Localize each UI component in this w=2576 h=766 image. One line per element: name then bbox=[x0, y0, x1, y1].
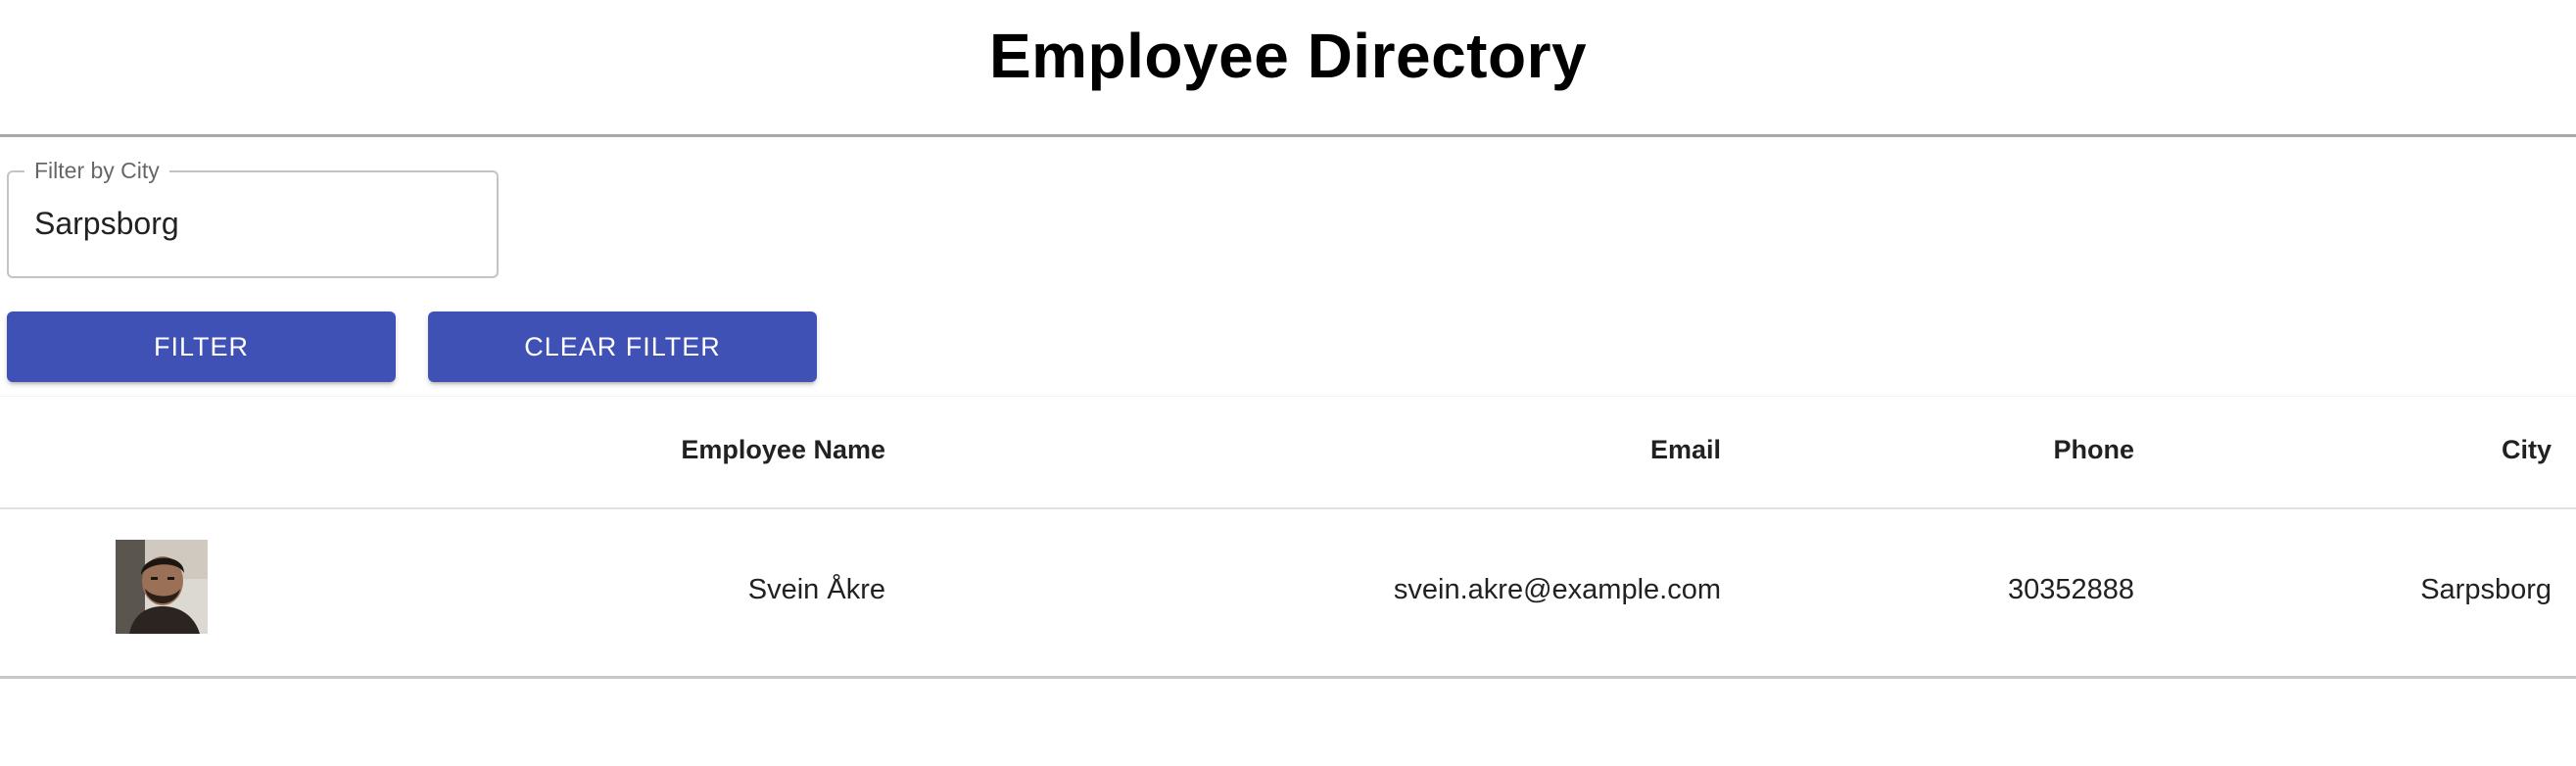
city-filter-label: Filter by City bbox=[24, 157, 169, 184]
column-header-employee-name[interactable]: Employee Name bbox=[681, 435, 885, 465]
email-cell: svein.akre@example.com bbox=[1393, 574, 1721, 605]
person-photo-icon bbox=[116, 540, 208, 634]
filter-button[interactable]: FILTER bbox=[7, 311, 396, 382]
column-header-city[interactable]: City bbox=[2502, 435, 2552, 465]
city-filter-input[interactable] bbox=[34, 206, 485, 242]
table-bottom-divider bbox=[0, 676, 2576, 679]
city-filter-field[interactable]: Filter by City bbox=[7, 157, 499, 278]
city-cell: Sarpsborg bbox=[2420, 574, 2552, 605]
avatar bbox=[116, 540, 208, 634]
employee-directory-page: Employee Directory Filter by City FILTER… bbox=[0, 0, 2576, 766]
header-divider bbox=[0, 507, 2576, 509]
column-header-email[interactable]: Email bbox=[1650, 435, 1721, 465]
page-title: Employee Directory bbox=[988, 21, 1588, 91]
column-header-phone[interactable]: Phone bbox=[2053, 435, 2134, 465]
employee-name-cell: Svein Åkre bbox=[747, 574, 885, 605]
phone-cell: 30352888 bbox=[2007, 574, 2134, 605]
title-divider bbox=[0, 134, 2576, 137]
table-top-divider bbox=[0, 396, 2576, 397]
clear-filter-button[interactable]: CLEAR FILTER bbox=[428, 311, 817, 382]
